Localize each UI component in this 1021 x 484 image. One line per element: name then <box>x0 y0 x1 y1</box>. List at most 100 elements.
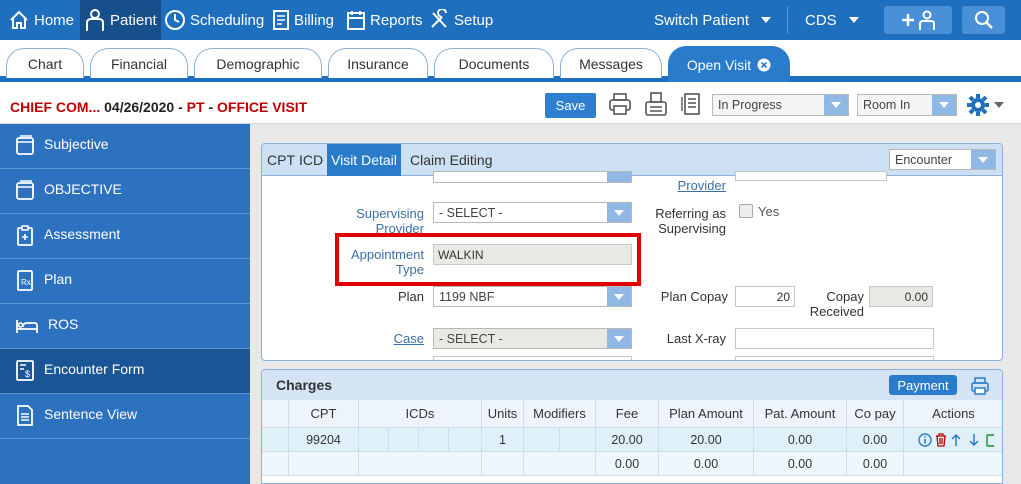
plan-label: Plan <box>397 289 424 304</box>
visit-detail-panel: CPT ICD Visit Detail Claim Editing Encou… <box>261 143 1003 361</box>
provider-select-partial[interactable] <box>433 171 632 183</box>
sidebar-item-subjective[interactable]: Subjective <box>0 124 250 169</box>
cell-units[interactable]: 1 <box>482 428 524 452</box>
tab-financial[interactable]: Financial <box>90 48 188 78</box>
column-header-actions: Actions <box>904 400 1002 428</box>
fax-icon[interactable] <box>644 91 668 117</box>
nav-billing[interactable]: Billing <box>272 0 334 40</box>
divider <box>787 6 788 34</box>
cell-fee[interactable]: 20.00 <box>596 428 659 452</box>
top-nav-bar: Home Patient Scheduling Billing Reports … <box>0 0 1021 40</box>
nav-reports[interactable]: Reports <box>346 0 423 40</box>
visit-status-select[interactable]: In Progress <box>712 94 849 116</box>
printer-icon[interactable] <box>608 92 632 116</box>
case-link[interactable]: Case <box>302 331 424 346</box>
nav-home[interactable]: Home <box>8 0 74 40</box>
info-icon[interactable] <box>918 432 932 447</box>
nav-reports-label: Reports <box>370 11 423 29</box>
case-select[interactable]: - SELECT - <box>433 328 632 349</box>
sidebar-item-assessment[interactable]: Assessment <box>0 214 250 259</box>
sidebar-item-plan[interactable]: Rx Plan <box>0 259 250 304</box>
charges-header: Charges Payment <box>262 370 1002 400</box>
prescription-icon: Rx <box>15 269 35 291</box>
cell-icd[interactable] <box>389 428 419 452</box>
cell-copay[interactable]: 0.00 <box>847 428 904 452</box>
tab-icd[interactable]: ICD <box>299 144 323 176</box>
nav-setup[interactable]: Setup <box>428 0 493 40</box>
tab-cpt[interactable]: CPT <box>267 144 295 176</box>
plan-copay-field[interactable]: 20 <box>735 286 795 307</box>
cds-label: CDS <box>805 11 837 29</box>
tab-insurance[interactable]: Insurance <box>328 48 428 78</box>
cds-dropdown[interactable]: CDS <box>805 0 859 40</box>
cell-icd[interactable] <box>359 452 482 476</box>
tab-visit-detail[interactable]: Visit Detail <box>327 144 401 176</box>
room-select[interactable]: Room In <box>857 94 957 116</box>
tab-open-visit[interactable]: Open Visit <box>668 46 790 82</box>
document-icon[interactable] <box>680 92 704 116</box>
last-xray-field[interactable] <box>735 328 934 349</box>
tab-label: Chart <box>27 55 63 72</box>
provider-link[interactable]: Provider <box>634 178 726 193</box>
nav-patient[interactable]: Patient <box>80 0 161 40</box>
settings-menu[interactable] <box>966 93 1004 117</box>
save-button[interactable]: Save <box>545 93 596 118</box>
arrow-down-icon[interactable] <box>968 433 980 447</box>
trash-icon[interactable] <box>934 432 948 447</box>
tab-chart[interactable]: Chart <box>6 48 84 78</box>
nav-scheduling[interactable]: Scheduling <box>164 0 264 40</box>
cell-cpt[interactable] <box>289 452 359 476</box>
provider-field-partial[interactable] <box>735 171 887 181</box>
referring-checkbox[interactable] <box>739 204 753 218</box>
column-header-units: Units <box>482 400 524 428</box>
switch-patient-dropdown[interactable]: Switch Patient <box>654 0 772 40</box>
appointment-type-field[interactable]: WALKIN <box>433 244 632 265</box>
sidebar-item-label: OBJECTIVE <box>44 181 122 197</box>
clipboard-icon <box>15 224 35 246</box>
cell-icd[interactable] <box>419 428 449 452</box>
supervising-provider-select[interactable]: - SELECT - <box>433 202 632 223</box>
next-row-field-partial[interactable] <box>735 356 934 360</box>
search-button[interactable] <box>962 6 1005 34</box>
window-icon <box>15 179 35 201</box>
printer-icon[interactable] <box>970 376 990 396</box>
tab-demographic[interactable]: Demographic <box>194 48 322 78</box>
cell-modifier[interactable] <box>524 428 560 452</box>
edit-icon[interactable] <box>986 433 994 447</box>
chevron-down-icon <box>607 329 631 348</box>
payment-button[interactable]: Payment <box>889 375 957 395</box>
sidebar-item-objective[interactable]: OBJECTIVE <box>0 169 250 214</box>
arrow-up-icon[interactable] <box>950 433 962 447</box>
cell-fee-total: 0.00 <box>596 452 659 476</box>
plan-select[interactable]: 1199 NBF <box>433 286 632 307</box>
visit-status-value: In Progress <box>718 98 782 112</box>
nav-billing-label: Billing <box>294 11 335 29</box>
visit-title: CHIEF COM... 04/26/2020 - PT - OFFICE VI… <box>10 99 307 115</box>
cell-pat-amount[interactable]: 0.00 <box>754 428 847 452</box>
cell-plan-amount[interactable]: 20.00 <box>659 428 754 452</box>
cell-units[interactable] <box>482 452 524 476</box>
cell-icd[interactable] <box>359 428 389 452</box>
sidebar-item-encounter-form[interactable]: $ Encounter Form <box>0 349 250 394</box>
sidebar-item-ros[interactable]: ROS <box>0 304 250 349</box>
column-header-copay: Co pay <box>847 400 904 428</box>
next-row-field-partial[interactable] <box>433 356 632 360</box>
add-patient-button[interactable] <box>884 6 952 34</box>
tab-label: Open Visit <box>686 56 752 73</box>
close-icon[interactable] <box>757 58 771 72</box>
cell-cpt[interactable]: 99204 <box>289 428 359 452</box>
column-header-cpt: CPT <box>289 400 359 428</box>
last-xray-label: Last X-ray <box>666 331 726 346</box>
tab-documents[interactable]: Documents <box>434 48 554 78</box>
cell-icd[interactable] <box>449 428 482 452</box>
sidebar-item-label: Plan <box>44 271 73 287</box>
tab-messages[interactable]: Messages <box>560 48 662 78</box>
tab-label: Messages <box>579 55 643 72</box>
encounter-select[interactable]: Encounter <box>889 149 996 170</box>
appointment-type-label: Appointment Type <box>351 247 424 277</box>
supervising-provider-value: - SELECT - <box>439 205 503 220</box>
cell-modifier[interactable] <box>524 452 596 476</box>
sidebar-item-sentence-view[interactable]: Sentence View <box>0 394 250 439</box>
nav-scheduling-label: Scheduling <box>190 11 265 29</box>
cell-modifier[interactable] <box>560 428 596 452</box>
